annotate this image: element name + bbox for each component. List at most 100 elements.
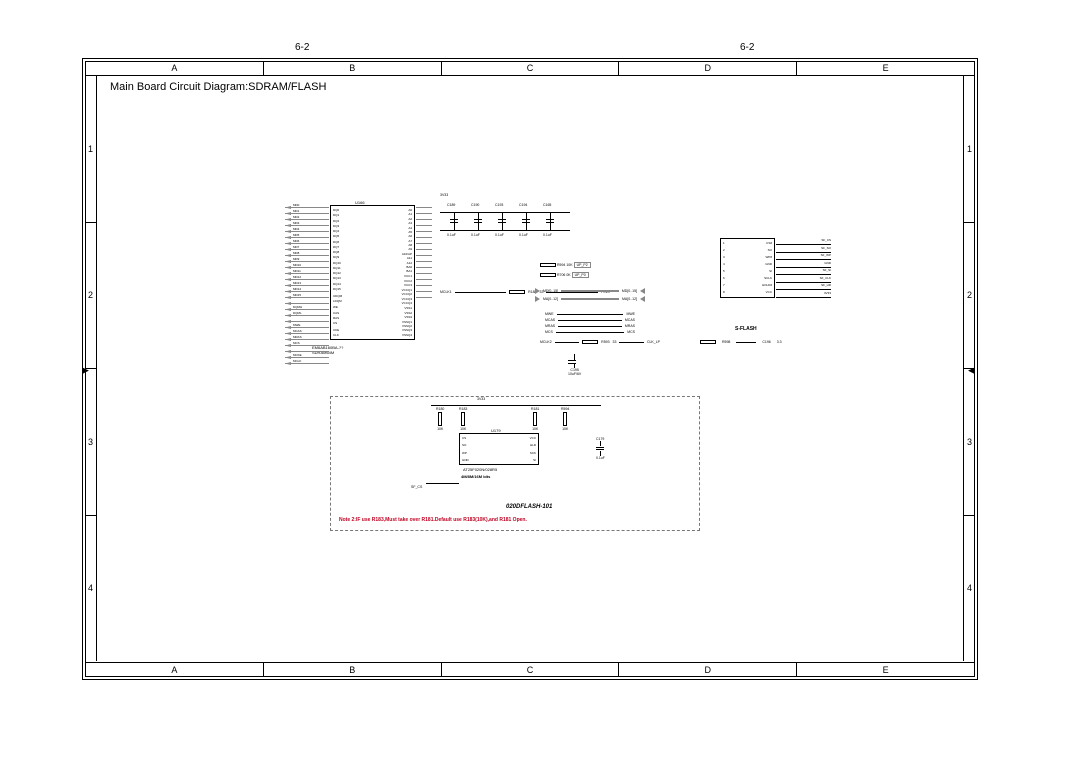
ruler-row: 1 bbox=[964, 76, 975, 223]
bus-wire bbox=[416, 231, 432, 232]
sdram-pin: DQ9 bbox=[333, 255, 342, 259]
ruler-col: D bbox=[619, 663, 797, 677]
sflash-voltage: 3.3 bbox=[777, 340, 782, 344]
sdram-chip: DQ0DQ1DQ2DQ3DQ4DQ5DQ6DQ7DQ8DQ9DQ10DQ11DQ… bbox=[330, 205, 415, 340]
flash-cs-net: SF_CS bbox=[411, 485, 422, 489]
bus-wire: MD9 bbox=[285, 261, 329, 262]
bus-wire: MD1 bbox=[285, 213, 329, 214]
ruler-col: C bbox=[442, 61, 620, 75]
sflash-net-wire: SF_SO bbox=[776, 247, 831, 253]
bus-wire: MD13 bbox=[285, 285, 329, 286]
net-label: DQML bbox=[293, 311, 302, 315]
net-label: MD9 bbox=[293, 257, 299, 261]
sdram-pin: DQ13 bbox=[333, 276, 342, 280]
cap-val: 0.1uF bbox=[471, 233, 480, 237]
sdram-pin: DQ7 bbox=[333, 245, 342, 249]
sdram-pin: DQ2 bbox=[333, 219, 342, 223]
res-ref: R181 bbox=[531, 407, 539, 411]
ruler-row: 3 bbox=[85, 369, 96, 516]
cap-ref: C189 bbox=[447, 203, 455, 207]
res-val: 10K bbox=[531, 427, 539, 431]
bus-wire: MCS bbox=[285, 345, 329, 346]
flash-res-4: R594 10K bbox=[561, 407, 569, 431]
bus-wire bbox=[416, 213, 432, 214]
flash-chip: CSSOWPGND VCCHLDSCKSI bbox=[459, 433, 539, 465]
sflash-pin-row: 4GND bbox=[721, 260, 774, 267]
ruler-row: 1 bbox=[85, 76, 96, 223]
cap-ref: C190 bbox=[471, 203, 479, 207]
pullup-row-1: R594 10K UP_P2 bbox=[540, 262, 640, 268]
net-label: MCKE bbox=[293, 353, 302, 357]
resistor-symbol-icon bbox=[509, 290, 525, 294]
sdram-pin: DQ15 bbox=[333, 287, 342, 291]
ruler-row: 2 bbox=[85, 223, 96, 370]
bus-wire: MCLK bbox=[285, 363, 329, 364]
bus-wire: MD8 bbox=[285, 255, 329, 256]
ruler-top: A B C D E bbox=[85, 61, 975, 76]
pullup-row-2: R706 0K UP_P0 bbox=[540, 272, 640, 278]
flash-pin: SCK bbox=[530, 451, 536, 455]
bus-wire: MD6 bbox=[285, 243, 329, 244]
resistor-symbol-icon bbox=[700, 340, 716, 344]
net-label: SF_WP bbox=[821, 253, 831, 257]
flash-bits-note: 4M/8M/16M bits bbox=[461, 474, 490, 479]
sflash-pin-row: 7HOLD# bbox=[721, 281, 774, 288]
net-label: MRAS bbox=[625, 324, 635, 328]
flash-pin: HLD bbox=[530, 443, 536, 447]
sflash-sub: R598 C196 3.3 bbox=[700, 340, 782, 344]
bus-right-label: MA[0..12] bbox=[622, 297, 637, 301]
net-label: MCAS bbox=[625, 318, 635, 322]
net-label: MRAS bbox=[545, 324, 555, 328]
bus-arrow-icon bbox=[640, 288, 645, 294]
sdram-pin: DQ1 bbox=[333, 213, 342, 217]
flash-note-2: Note 2:IF use R183,Must take over R181.D… bbox=[339, 517, 527, 523]
cap-symbol-icon bbox=[522, 212, 530, 230]
sdram-pin: BA1 bbox=[402, 269, 412, 273]
net-label: MD14 bbox=[293, 287, 301, 291]
sdram-pin: DQ10 bbox=[333, 261, 342, 265]
resistor-symbol-icon bbox=[582, 340, 598, 344]
bus-arrow-icon bbox=[535, 288, 540, 294]
flash-vcc-label: 3V33 bbox=[477, 397, 485, 401]
sdram-pin: DQ6 bbox=[333, 240, 342, 244]
ruler-row: 4 bbox=[964, 516, 975, 662]
sdram-pin: WE bbox=[333, 305, 342, 309]
net-label: MD11 bbox=[293, 269, 301, 273]
inner-frame bbox=[85, 61, 975, 677]
res-val: 33 bbox=[613, 340, 617, 344]
net-label: 3V33 bbox=[824, 291, 831, 295]
bus-wire bbox=[416, 225, 432, 226]
sdram-pin: CS bbox=[333, 321, 342, 325]
bus-right-label: MD[0..15] bbox=[622, 289, 637, 293]
bus-wire: MD0 bbox=[285, 207, 329, 208]
ruler-col: B bbox=[264, 61, 442, 75]
cap-symbol-icon bbox=[546, 212, 554, 230]
sdram-pin: UDQM bbox=[333, 294, 342, 298]
sflash-pin-row: 6SCLK bbox=[721, 274, 774, 281]
ruler-col: E bbox=[797, 663, 975, 677]
flash-pins-right: VCCHLDSCKSI bbox=[530, 436, 536, 462]
bus-wire bbox=[285, 321, 329, 322]
page-number-right: 6-2 bbox=[740, 42, 754, 53]
sflash-label: S-FLASH bbox=[735, 326, 757, 332]
bus-row-1: MD[0..15] MD[0..15] bbox=[535, 288, 645, 294]
bulk-cap: C195 10uF/6V bbox=[568, 354, 581, 376]
ruler-bottom: A B C D E bbox=[85, 662, 975, 677]
flash-pin: CS bbox=[462, 436, 469, 440]
page-title: Main Board Circuit Diagram:SDRAM/FLASH bbox=[110, 81, 326, 93]
sflash-pin-row: 1CS# bbox=[721, 239, 774, 246]
ruler-col: B bbox=[264, 663, 442, 677]
bus-wire bbox=[416, 267, 432, 268]
series-res-2: MCLK2 R593 33 CLK_LP bbox=[540, 340, 660, 344]
bus-wire bbox=[416, 219, 432, 220]
flash-block-title: 020DFLASH-101 bbox=[506, 504, 552, 510]
net-from: MCLK1 bbox=[440, 290, 452, 294]
cap-val: 0.1uF bbox=[519, 233, 528, 237]
bus-wire: MD14 bbox=[285, 291, 329, 292]
bus-wire: MWE bbox=[285, 327, 329, 328]
net-label: MD8 bbox=[293, 251, 299, 255]
flash-cap: C179 0.1uF bbox=[596, 437, 604, 460]
sdram-pin: DQ0 bbox=[333, 208, 342, 212]
cap-ref: C193 bbox=[495, 203, 503, 207]
sflash-chip: 1CS#2SO3WP#4GND5SI6SCLK7HOLD#8VCC bbox=[720, 238, 775, 298]
